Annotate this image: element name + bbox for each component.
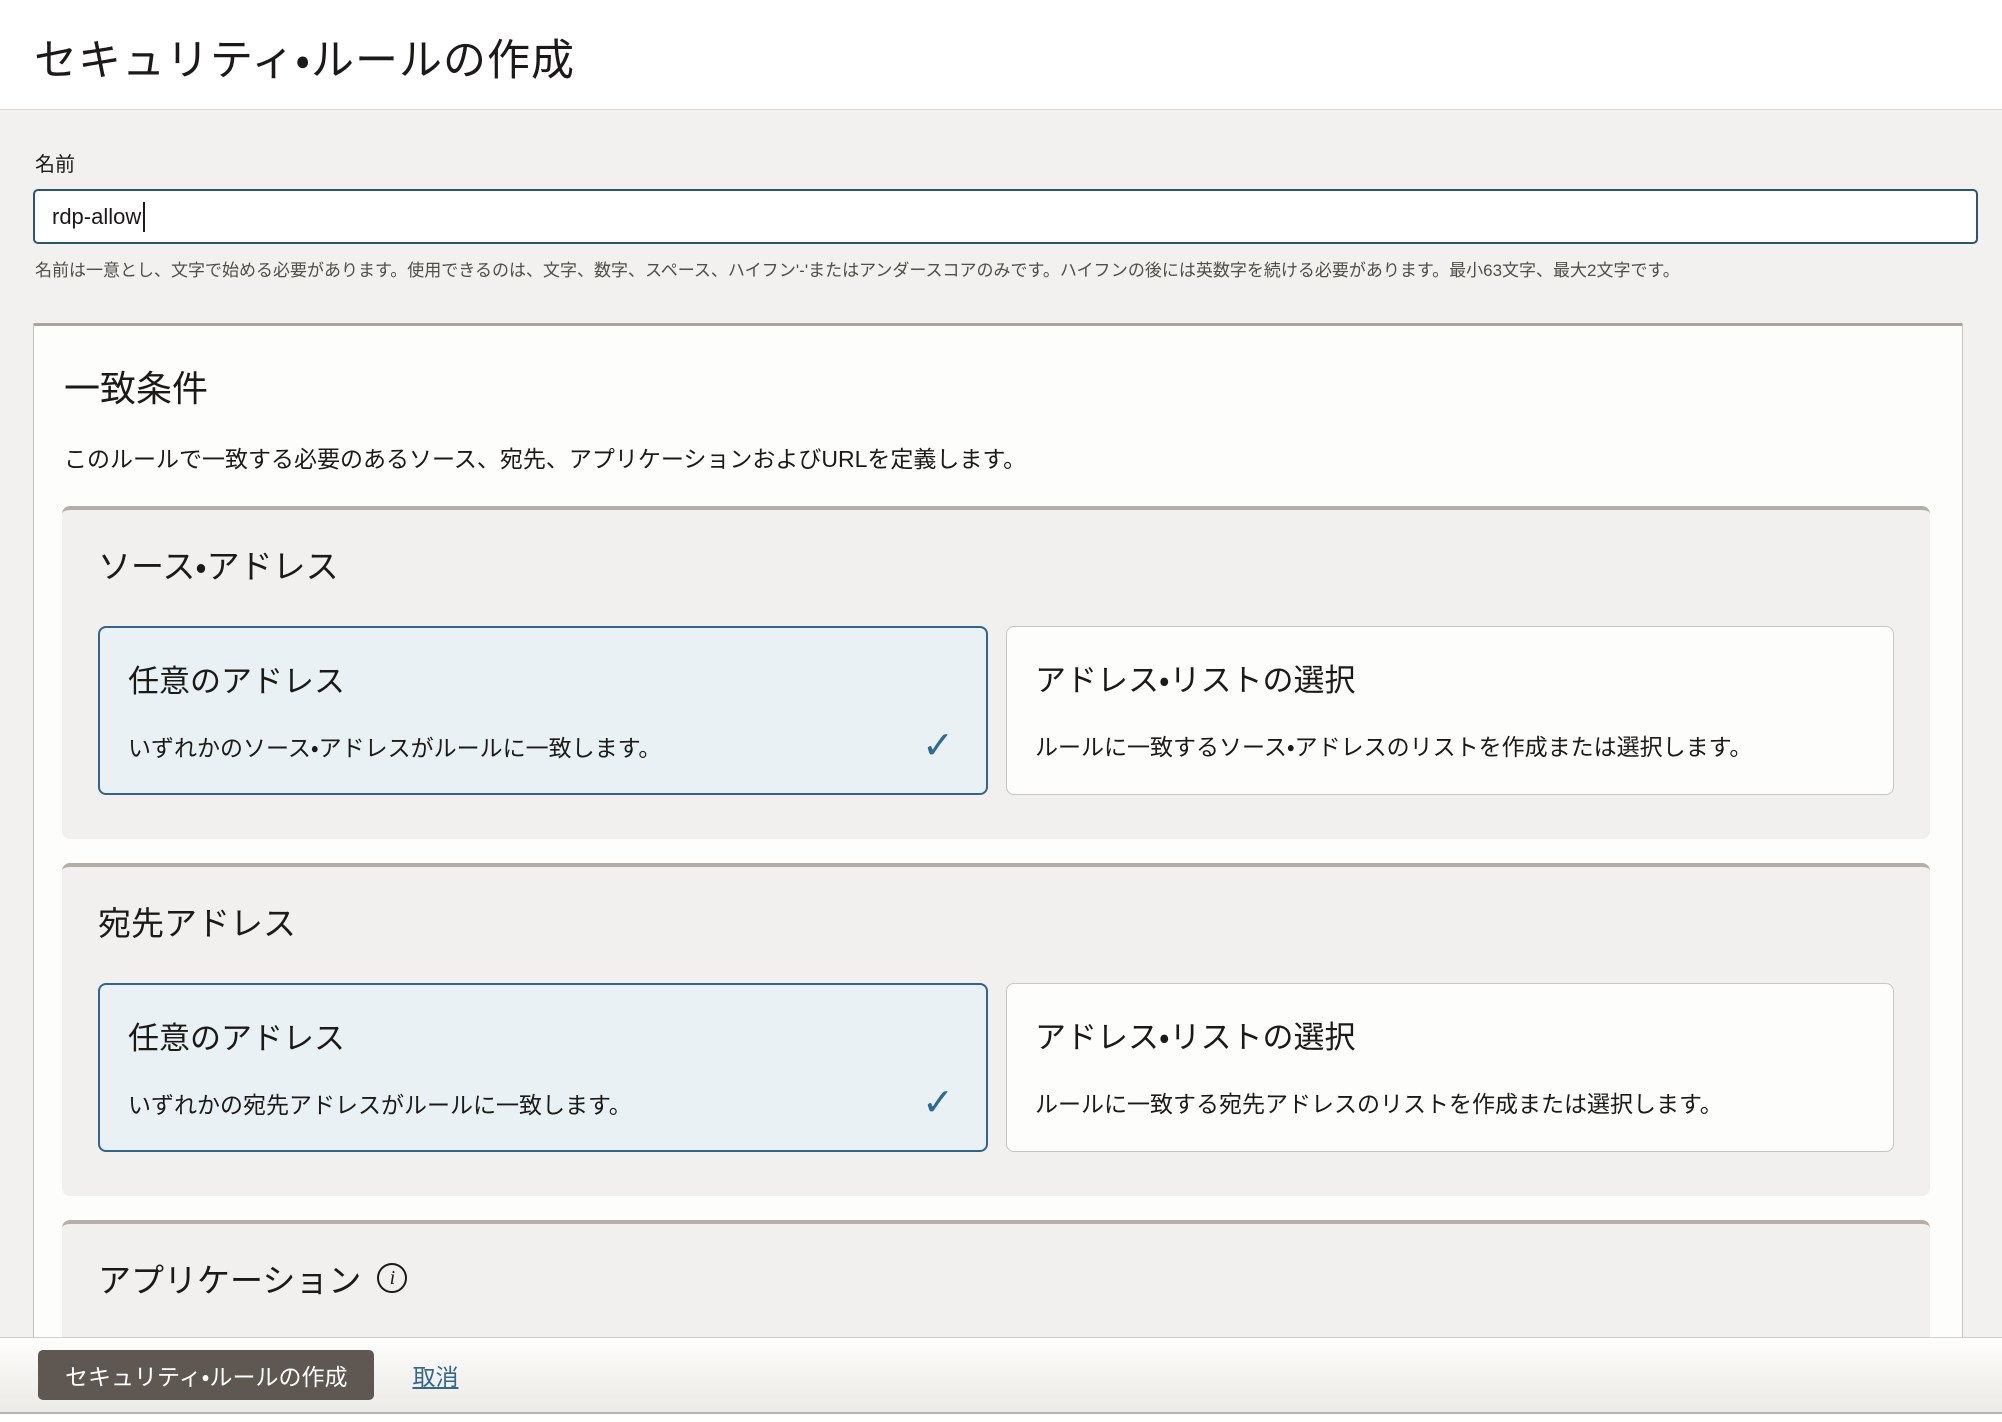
form-content: 名前 rdp-allow 名前は一意とし、文字で始める必要があります。使用できる…	[0, 110, 2002, 1422]
option-description: ルールに一致する宛先アドレスのリストを作成または選択します。	[1035, 1091, 1723, 1118]
option-description: いずれかのソース・アドレスがルールに一致します。	[128, 735, 662, 762]
option-title: 任意のアドレス	[128, 664, 345, 699]
source-address-panel: ソース・アドレス 任意のアドレス いずれかのソース・アドレスがルールに一致します…	[62, 506, 1930, 840]
check-icon: ✓	[922, 1082, 954, 1125]
footer-action-bar: セキュリティ・ルールの作成 取消	[0, 1337, 2002, 1414]
source-address-title: ソース・アドレス	[98, 548, 339, 585]
cancel-link[interactable]: 取消	[412, 1358, 458, 1392]
destination-address-panel: 宛先アドレス 任意のアドレス いずれかの宛先アドレスがルールに一致します。 ✓ …	[62, 863, 1930, 1197]
option-description: ルールに一致するソース・アドレスのリストを作成または選択します。	[1035, 734, 1753, 760]
match-conditions-section: 一致条件 このルールで一致する必要のあるソース、宛先、アプリケーションおよびUR…	[33, 323, 1963, 1422]
source-address-options: 任意のアドレス いずれかのソース・アドレスがルールに一致します。 ✓ アドレス・…	[98, 626, 1894, 796]
page-header: セキュリティ・ルールの作成	[0, 0, 2002, 110]
source-any-address-card[interactable]: 任意のアドレス いずれかのソース・アドレスがルールに一致します。 ✓	[98, 626, 988, 796]
text-cursor	[143, 201, 146, 232]
name-helper-text: 名前は一意とし、文字で始める必要があります。使用できるのは、文字、数字、スペース…	[35, 261, 1680, 280]
destination-select-address-list-card[interactable]: アドレス・リストの選択 ルールに一致する宛先アドレスのリストを作成または選択しま…	[1006, 983, 1894, 1153]
bottom-strip	[0, 1414, 2002, 1422]
destination-address-title: 宛先アドレス	[98, 905, 296, 943]
name-label: 名前	[35, 154, 75, 176]
check-icon: ✓	[922, 725, 954, 767]
source-select-address-list-card[interactable]: アドレス・リストの選択 ルールに一致するソース・アドレスのリストを作成または選択…	[1006, 626, 1894, 796]
name-input-value: rdp-allow	[52, 203, 142, 229]
match-conditions-description: このルールで一致する必要のあるソース、宛先、アプリケーションおよびURLを定義し…	[64, 446, 1027, 472]
option-description: いずれかの宛先アドレスがルールに一致します。	[128, 1092, 632, 1119]
option-title: アドレス・リストの選択	[1035, 1020, 1356, 1056]
create-security-rule-button[interactable]: セキュリティ・ルールの作成	[38, 1350, 375, 1400]
option-title: アドレス・リストの選択	[1035, 663, 1356, 698]
destination-any-address-card[interactable]: 任意のアドレス いずれかの宛先アドレスがルールに一致します。 ✓	[98, 983, 988, 1153]
application-title: アプリケーション i	[98, 1254, 1894, 1302]
create-security-rule-page: セキュリティ・ルールの作成 名前 rdp-allow 名前は一意とし、文字で始め…	[0, 0, 2002, 1422]
name-input[interactable]: rdp-allow	[33, 189, 1978, 244]
option-title: 任意のアドレス	[128, 1021, 345, 1057]
info-icon[interactable]: i	[377, 1263, 408, 1294]
destination-address-options: 任意のアドレス いずれかの宛先アドレスがルールに一致します。 ✓ アドレス・リス…	[98, 983, 1894, 1153]
page-title: セキュリティ・ルールの作成	[34, 37, 576, 85]
match-conditions-title: 一致条件	[64, 368, 209, 409]
